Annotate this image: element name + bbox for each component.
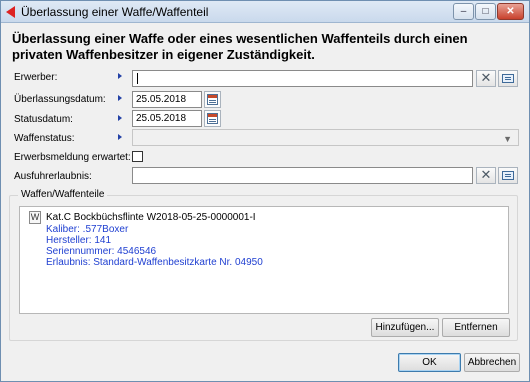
dialog-window: Überlassung einer Waffe/Waffenteil – □ ✕… [0, 0, 530, 382]
dialog-header: Überlassung einer Waffe oder eines wesen… [12, 31, 468, 62]
app-arrow-icon [6, 6, 15, 18]
weapon-title: Kat.C Bockbüchsflinte W2018-05-25-000000… [46, 212, 256, 223]
text-caret [137, 73, 138, 84]
calendar-icon [207, 94, 218, 105]
weapon-erlaubnis: Erlaubnis: Standard-Waffenbesitzkarte Nr… [46, 257, 263, 268]
ausfuhrerlaubnis-browse-button[interactable] [498, 167, 518, 184]
waffenstatus-select[interactable]: ▼ [132, 129, 519, 146]
clear-icon: ✕ [480, 167, 492, 182]
statusdatum-input[interactable]: 25.05.2018 [132, 110, 202, 127]
chevron-down-icon: ▼ [503, 134, 512, 144]
calendar-icon [207, 113, 218, 124]
remove-weapon-button[interactable]: Entfernen [442, 318, 510, 337]
ausfuhrerlaubnis-clear-button[interactable]: ✕ [476, 167, 496, 184]
erwerbsmeldung-checkbox[interactable] [132, 151, 143, 162]
title-bar: Überlassung einer Waffe/Waffenteil – □ ✕ [1, 1, 529, 23]
weapon-seriennummer: Seriennummer: 4546546 [46, 246, 157, 257]
weapon-icon: W [29, 211, 41, 224]
statusdatum-calendar-button[interactable] [204, 110, 221, 127]
erwerber-clear-button[interactable]: ✕ [476, 70, 496, 87]
browse-icon [502, 74, 514, 83]
window-title: Überlassung einer Waffe/Waffenteil [21, 5, 209, 19]
waffen-group-label: Waffen/Waffenteile [18, 189, 108, 200]
browse-icon [502, 171, 514, 180]
required-arrow-icon [118, 73, 122, 79]
add-weapon-button[interactable]: Hinzufügen... [371, 318, 439, 337]
statusdatum-label: Statusdatum: [14, 114, 73, 125]
ausfuhrerlaubnis-input[interactable] [132, 167, 473, 184]
ok-button[interactable]: OK [398, 353, 461, 372]
waffenstatus-label: Waffenstatus: [14, 133, 75, 144]
erwerber-input[interactable] [132, 70, 473, 87]
erwerbsmeldung-label: Erwerbsmeldung erwartet: [14, 152, 131, 163]
ausfuhrerlaubnis-label: Ausfuhrerlaubnis: [14, 171, 92, 182]
weapon-kaliber: Kaliber: .577Boxer [46, 224, 129, 235]
waffen-list[interactable]: W Kat.C Bockbüchsflinte W2018-05-25-0000… [19, 206, 509, 314]
weapon-hersteller: Hersteller: 141 [46, 235, 112, 246]
cancel-button[interactable]: Abbrechen [464, 353, 520, 372]
erwerber-label: Erwerber: [14, 72, 58, 83]
ueberlassungsdatum-label: Überlassungsdatum: [14, 94, 106, 105]
minimize-button[interactable]: – [453, 3, 474, 20]
required-arrow-icon [118, 134, 122, 140]
erwerber-browse-button[interactable] [498, 70, 518, 87]
required-arrow-icon [118, 115, 122, 121]
maximize-button[interactable]: □ [475, 3, 496, 20]
clear-icon: ✕ [480, 70, 492, 85]
ueberlassungsdatum-input[interactable]: 25.05.2018 [132, 91, 202, 108]
ueberlassungsdatum-calendar-button[interactable] [204, 91, 221, 108]
required-arrow-icon [118, 95, 122, 101]
close-button[interactable]: ✕ [497, 3, 524, 20]
